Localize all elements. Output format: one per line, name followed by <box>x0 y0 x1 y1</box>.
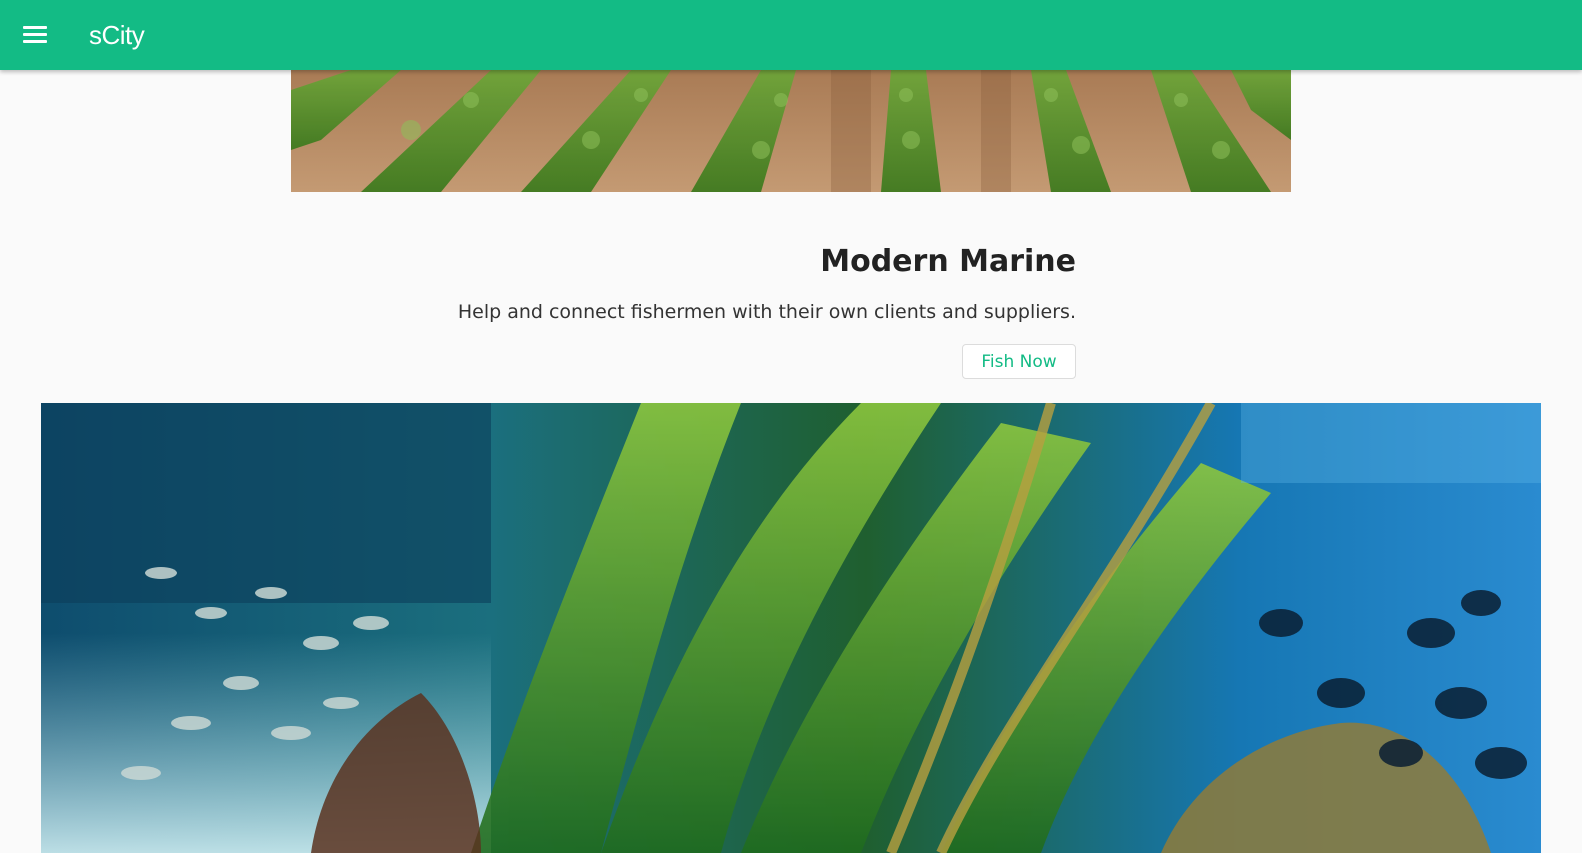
app-title: sCity <box>89 20 145 50</box>
hamburger-menu-icon[interactable] <box>18 22 52 48</box>
app-bar: sCity <box>0 0 1582 70</box>
farm-image <box>291 70 1291 192</box>
section-title: Modern Marine <box>820 244 1076 279</box>
section-description: Help and connect fishermen with their ow… <box>457 301 1076 323</box>
marine-image <box>41 403 1541 853</box>
fish-now-button[interactable]: Fish Now <box>962 344 1076 379</box>
